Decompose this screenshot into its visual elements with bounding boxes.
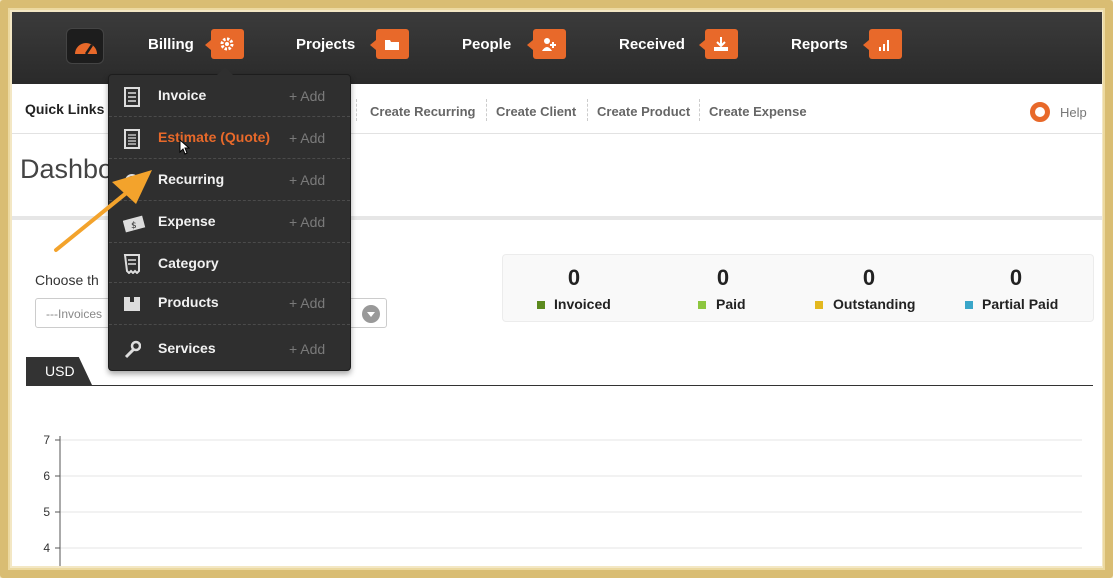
- download-tray-icon[interactable]: [699, 29, 738, 59]
- invoice-icon: [124, 87, 140, 107]
- menu-item-estimate[interactable]: Estimate (Quote) + Add: [109, 117, 350, 159]
- nav-projects[interactable]: Projects: [296, 36, 355, 53]
- app-window: Billing Projects People Received Reports…: [12, 12, 1102, 566]
- speedometer-logo-icon[interactable]: [66, 28, 104, 64]
- nav-billing[interactable]: Billing: [148, 36, 194, 53]
- help-link[interactable]: Help: [1060, 105, 1087, 120]
- menu-item-label: Expense: [158, 213, 216, 229]
- quick-links-label: Quick Links: [25, 101, 105, 117]
- stat-partial-paid-value: 0: [1009, 265, 1023, 290]
- svg-text:$: $: [131, 221, 137, 231]
- menu-item-recurring[interactable]: Recurring + Add: [109, 159, 350, 201]
- add-expense-link[interactable]: + Add: [289, 214, 325, 230]
- choose-label: Choose th: [35, 272, 99, 288]
- stat-outstanding-value: 0: [862, 265, 876, 290]
- create-product-link[interactable]: Create Product: [597, 104, 690, 119]
- mouse-cursor-icon: [179, 139, 191, 155]
- expense-icon: $: [123, 215, 146, 233]
- select-value: ---Invoices: [46, 307, 103, 321]
- create-recurring-link[interactable]: Create Recurring: [370, 104, 475, 119]
- stat-outstanding-label: Outstanding: [833, 296, 916, 312]
- y-tick-label: 6: [43, 469, 50, 483]
- menu-item-label: Products: [158, 294, 219, 310]
- nav-received[interactable]: Received: [619, 36, 685, 53]
- partial-paid-legend-dot: [965, 301, 973, 309]
- wrench-icon: [124, 340, 141, 359]
- add-service-link[interactable]: + Add: [289, 341, 325, 357]
- billing-dropdown-menu: Invoice + Add Estimate (Quote) + Add Rec…: [108, 67, 351, 371]
- add-estimate-link[interactable]: + Add: [289, 130, 325, 146]
- tab-underline: [26, 385, 1093, 386]
- outstanding-legend-dot: [815, 301, 823, 309]
- products-icon: [124, 297, 140, 311]
- stats-panel: 0 Invoiced 0 Paid 0 Outstanding 0 Partia…: [502, 254, 1094, 322]
- menu-item-label: Services: [158, 340, 216, 356]
- estimate-icon: [124, 129, 140, 149]
- divider: [699, 99, 700, 121]
- menu-item-expense[interactable]: $ Expense + Add: [109, 201, 350, 243]
- add-recurring-link[interactable]: + Add: [289, 172, 325, 188]
- category-icon: [123, 254, 140, 274]
- stat-partial-paid-label: Partial Paid: [982, 296, 1059, 312]
- menu-item-invoice[interactable]: Invoice + Add: [109, 75, 350, 117]
- invoiced-legend-dot: [537, 301, 545, 309]
- lifebuoy-icon[interactable]: [1030, 102, 1050, 122]
- stat-paid-label: Paid: [716, 296, 746, 312]
- y-tick-label: 4: [43, 541, 50, 555]
- bar-chart-icon[interactable]: [863, 29, 902, 59]
- menu-item-category[interactable]: Category: [109, 243, 350, 283]
- revenue-chart: 7 6 5 4: [43, 433, 1082, 566]
- divider: [356, 99, 357, 121]
- page-title: Dashbo: [20, 154, 114, 184]
- chevron-down-icon[interactable]: [362, 305, 380, 323]
- menu-item-label: Recurring: [158, 171, 225, 187]
- menu-item-services[interactable]: Services + Add: [109, 325, 350, 371]
- y-tick-label: 5: [43, 505, 50, 519]
- y-tick-label: 7: [43, 433, 50, 447]
- stat-invoiced-label: Invoiced: [554, 296, 611, 312]
- stat-paid-value: 0: [716, 265, 730, 290]
- nav-people[interactable]: People: [462, 36, 511, 53]
- stat-invoiced-value: 0: [567, 265, 581, 290]
- divider: [587, 99, 588, 121]
- divider: [486, 99, 487, 121]
- add-person-icon[interactable]: [527, 29, 566, 59]
- menu-item-label: Estimate (Quote): [158, 129, 271, 145]
- gear-icon[interactable]: [205, 29, 244, 59]
- tab-usd[interactable]: USD: [26, 357, 92, 385]
- paid-legend-dot: [698, 301, 706, 309]
- menu-item-label: Invoice: [158, 87, 207, 103]
- folder-icon[interactable]: [370, 29, 409, 59]
- create-expense-link[interactable]: Create Expense: [709, 104, 807, 119]
- nav-reports[interactable]: Reports: [791, 36, 848, 53]
- add-product-link[interactable]: + Add: [289, 295, 325, 311]
- add-invoice-link[interactable]: + Add: [289, 88, 325, 104]
- menu-item-label: Category: [158, 255, 219, 271]
- menu-item-products[interactable]: Products + Add: [109, 283, 350, 325]
- recurring-icon: [125, 174, 139, 188]
- create-client-link[interactable]: Create Client: [496, 104, 576, 119]
